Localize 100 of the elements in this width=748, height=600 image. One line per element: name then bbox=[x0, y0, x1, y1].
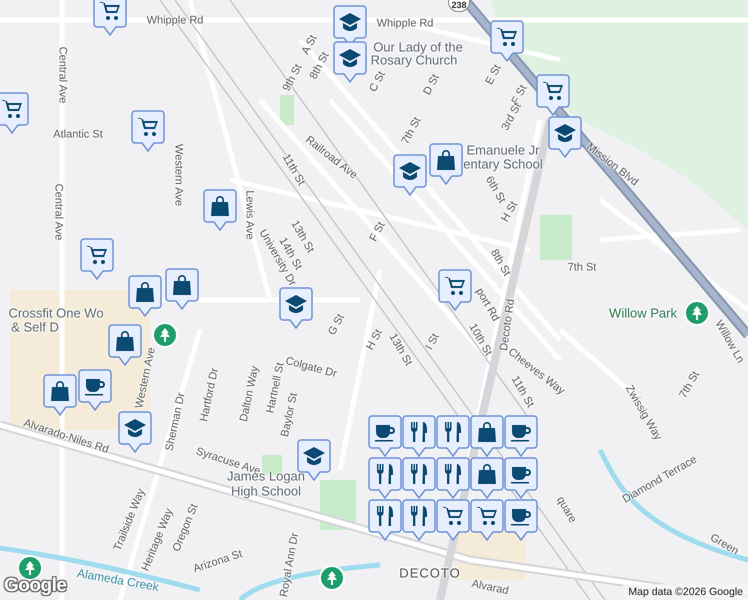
street-label: 8th St bbox=[488, 248, 512, 278]
place-marker[interactable] bbox=[504, 457, 538, 499]
place-marker[interactable] bbox=[368, 457, 402, 499]
shopping-bag-icon bbox=[475, 420, 499, 444]
street-label: H St bbox=[365, 328, 385, 352]
shopping-bag-icon bbox=[170, 273, 194, 297]
street-label: 3rd St bbox=[500, 101, 524, 133]
place-label: Our Lady of the bbox=[373, 40, 463, 54]
place-marker[interactable] bbox=[436, 457, 470, 499]
place-marker[interactable] bbox=[504, 499, 538, 541]
street-label: I St bbox=[424, 332, 442, 352]
google-logo: Google bbox=[4, 575, 66, 597]
graduation-cap-icon bbox=[338, 10, 362, 34]
place-marker[interactable] bbox=[333, 41, 367, 83]
street-label: E St bbox=[484, 63, 504, 87]
shopping-cart-icon bbox=[0, 97, 24, 121]
shopping-cart-icon bbox=[98, 0, 122, 23]
shopping-bag-icon bbox=[208, 194, 232, 218]
street-label: 7th St bbox=[568, 262, 596, 274]
graduation-cap-icon bbox=[553, 121, 577, 145]
place-marker[interactable] bbox=[436, 415, 470, 457]
park-pin[interactable] bbox=[152, 322, 178, 348]
place-marker[interactable] bbox=[402, 415, 436, 457]
street-label: D St bbox=[422, 72, 442, 98]
shopping-cart-icon bbox=[136, 115, 160, 139]
street-label: Lewis Ave bbox=[244, 190, 254, 240]
place-marker[interactable] bbox=[402, 499, 436, 541]
shopping-cart-icon bbox=[541, 79, 565, 103]
street-label: F St bbox=[368, 220, 388, 244]
shopping-cart-icon bbox=[85, 243, 109, 267]
street-label: 7th St bbox=[400, 116, 424, 146]
tree-icon bbox=[159, 328, 171, 342]
place-marker[interactable] bbox=[402, 457, 436, 499]
street-label: 9th St bbox=[281, 62, 305, 94]
tree-icon bbox=[326, 571, 338, 585]
place-marker[interactable] bbox=[165, 268, 199, 310]
shopping-cart-icon bbox=[443, 274, 467, 298]
street-label: Atlantic St bbox=[53, 130, 103, 140]
place-marker[interactable] bbox=[429, 143, 463, 185]
street-label: Dalton Way bbox=[238, 365, 262, 423]
shopping-bag-icon bbox=[434, 148, 458, 172]
street-label: 6th St bbox=[483, 174, 507, 206]
area-label: DECOTO bbox=[399, 566, 461, 580]
place-label: Emanuele Jr bbox=[466, 144, 540, 156]
place-marker[interactable] bbox=[128, 275, 162, 317]
street-label: Central Ave bbox=[52, 184, 64, 240]
place-marker[interactable] bbox=[203, 189, 237, 231]
place-marker[interactable] bbox=[504, 415, 538, 457]
place-label: & Self D bbox=[11, 320, 59, 334]
street-label: Alvarad bbox=[470, 578, 510, 598]
shopping-cart-icon bbox=[475, 504, 499, 528]
map-attribution: Map data ©2026 Google bbox=[623, 584, 748, 600]
street-label: G St bbox=[326, 312, 348, 338]
place-marker[interactable] bbox=[393, 154, 427, 196]
street-label: Sherman Dr bbox=[164, 392, 188, 452]
street-label: Western Ave bbox=[172, 144, 184, 206]
place-marker[interactable] bbox=[436, 499, 470, 541]
park-pin[interactable] bbox=[684, 300, 710, 326]
street-label: 7th St bbox=[678, 370, 702, 400]
shopping-cart-icon bbox=[441, 504, 465, 528]
place-label: High School bbox=[230, 484, 302, 498]
place-marker[interactable] bbox=[470, 457, 504, 499]
park-label: Willow Park bbox=[609, 306, 677, 320]
place-marker[interactable] bbox=[93, 0, 127, 36]
place-marker[interactable] bbox=[490, 20, 524, 62]
place-label: Rosary Church bbox=[370, 54, 458, 66]
place-marker[interactable] bbox=[536, 74, 570, 116]
street-label: Whipple Rd bbox=[376, 18, 434, 30]
shopping-bag-icon bbox=[475, 462, 499, 486]
graduation-cap-icon bbox=[123, 416, 147, 440]
street-label: Royal Ann Dr bbox=[278, 532, 302, 598]
route-shield: 238 bbox=[448, 0, 470, 12]
place-marker[interactable] bbox=[279, 287, 313, 329]
place-marker[interactable] bbox=[80, 238, 114, 280]
place-marker[interactable] bbox=[470, 415, 504, 457]
shopping-bag-icon bbox=[113, 329, 137, 353]
shopping-cart-icon bbox=[495, 25, 519, 49]
place-marker[interactable] bbox=[0, 92, 29, 134]
graduation-cap-icon bbox=[302, 444, 326, 468]
graduation-cap-icon bbox=[338, 46, 362, 70]
street-label: Western Ave bbox=[134, 346, 158, 410]
place-marker[interactable] bbox=[131, 110, 165, 152]
tree-icon bbox=[24, 561, 36, 575]
place-marker[interactable] bbox=[368, 415, 402, 457]
shopping-bag-icon bbox=[48, 379, 72, 403]
place-marker[interactable] bbox=[548, 116, 582, 158]
street-label: port Rd bbox=[473, 286, 501, 324]
graduation-cap-icon bbox=[284, 292, 308, 316]
tree-icon bbox=[691, 306, 703, 320]
place-label: entary School bbox=[463, 158, 543, 170]
shopping-bag-icon bbox=[133, 280, 157, 304]
street-label: Arizona St bbox=[192, 548, 244, 576]
place-marker[interactable] bbox=[438, 269, 472, 311]
place-label: Crossfit One Wo bbox=[8, 306, 104, 320]
street-label: Colgate Dr bbox=[284, 356, 338, 380]
street-label: Hartford Dr bbox=[198, 367, 222, 423]
park-pin[interactable] bbox=[319, 565, 345, 591]
street-label: Central Ave bbox=[56, 46, 68, 104]
graduation-cap-icon bbox=[398, 159, 422, 183]
place-marker[interactable] bbox=[118, 411, 152, 453]
